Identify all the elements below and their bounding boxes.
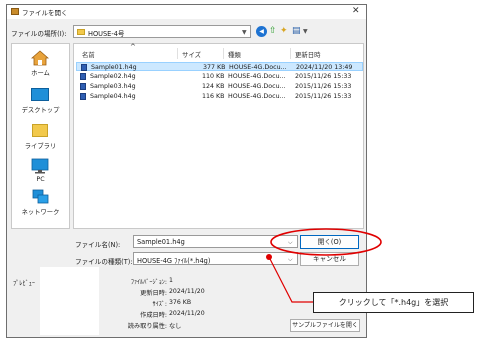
- annotation-overlay: [266, 228, 382, 303]
- callout-leader-line: [268, 256, 313, 303]
- instruction-callout: クリックして「*.h4g」を選択: [313, 292, 474, 313]
- open-button-highlight: [270, 228, 382, 256]
